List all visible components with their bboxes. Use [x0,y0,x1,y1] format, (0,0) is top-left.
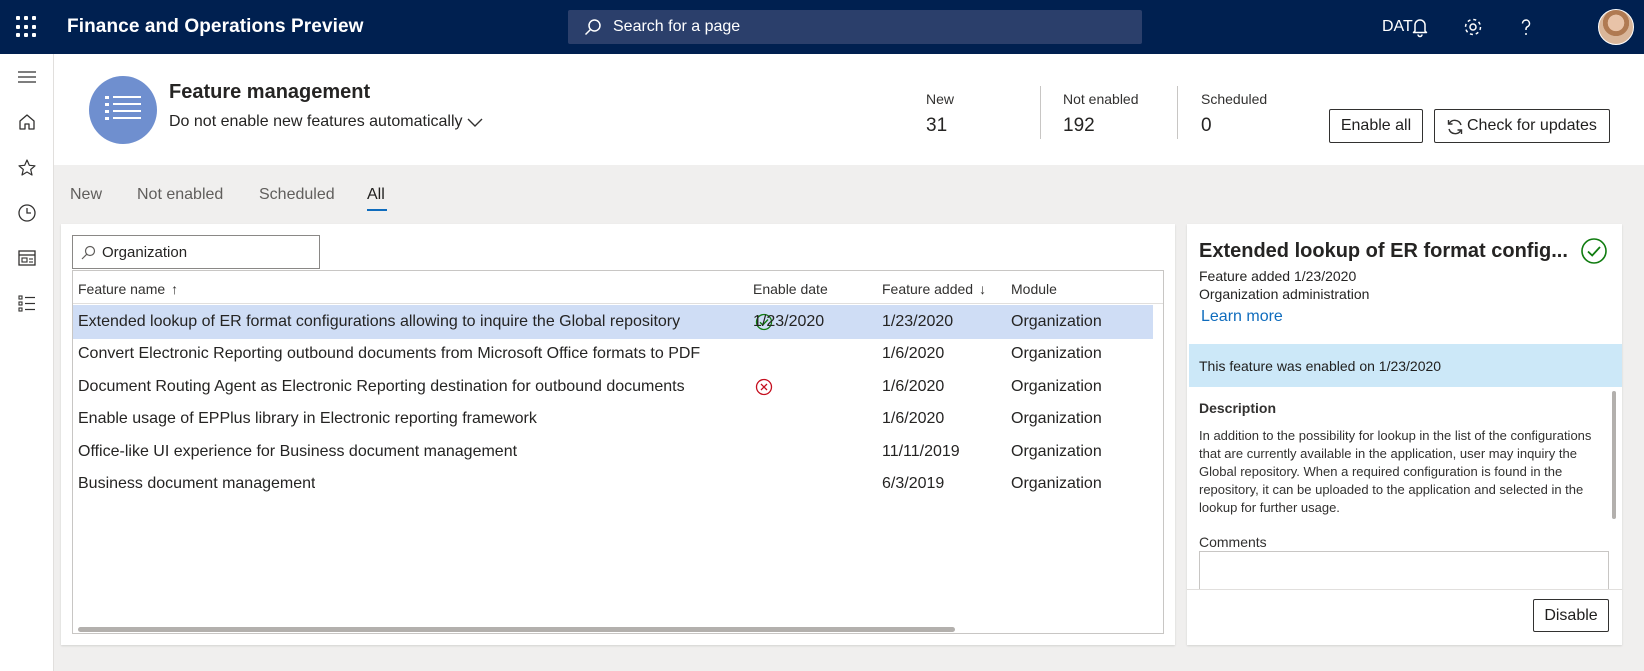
stat-new-label: New [926,91,955,107]
module-cell: Organization [1011,313,1102,330]
auto-enable-dropdown[interactable]: Do not enable new features automatically [169,113,483,131]
workspaces-icon[interactable] [17,248,37,268]
chevron-down-icon [467,118,483,127]
stat-not-enabled-label: Not enabled [1063,91,1139,107]
vertical-scrollbar[interactable] [1612,391,1616,519]
horizontal-scrollbar[interactable] [78,627,955,632]
feature-added-cell: 6/3/2019 [882,475,945,492]
check-for-updates-button[interactable]: Check for updates [1434,109,1610,143]
app-title[interactable]: Finance and Operations Preview [67,16,364,38]
comments-input[interactable] [1199,551,1609,589]
table-row[interactable]: Convert Electronic Reporting outbound do… [73,337,1153,371]
search-placeholder: Search for a page [613,18,741,35]
detail-feature-added: Feature added 1/23/2020 [1199,268,1357,284]
tab-scheduled[interactable]: Scheduled [259,186,335,204]
table-row[interactable]: Enable usage of EPPlus library in Electr… [73,402,1153,436]
stat-scheduled: Scheduled 0 [1201,91,1267,137]
left-navigation [0,54,54,671]
top-bar: Finance and Operations Preview Search fo… [0,0,1644,54]
feature-name-cell: Business document management [78,475,316,492]
favorites-star-icon[interactable] [17,158,37,178]
feature-name-cell: Extended lookup of ER format configurati… [78,313,681,330]
detail-title: Extended lookup of ER format config... [1199,240,1568,262]
enabled-check-icon [1581,238,1607,264]
stat-not-enabled: Not enabled 192 [1063,91,1139,137]
stat-not-enabled-value: 192 [1063,115,1095,136]
stat-divider [1040,86,1041,139]
home-icon[interactable] [17,112,37,132]
feature-list-icon [89,76,157,144]
feature-added-cell: 11/11/2019 [882,443,960,460]
description-text: In addition to the possibility for looku… [1199,428,1592,515]
user-avatar[interactable] [1598,9,1634,45]
stat-scheduled-label: Scheduled [1201,91,1268,107]
learn-more-link[interactable]: Learn more [1201,308,1283,326]
blocked-x-icon [755,378,773,396]
search-icon [584,19,601,36]
column-header-feature-name[interactable]: Feature name ↑ [78,281,178,297]
enabled-status-text: This feature was enabled on 1/23/2020 [1199,358,1442,374]
table-row[interactable]: Document Routing Agent as Electronic Rep… [73,370,1153,404]
detail-module: Organization administration [1199,286,1370,302]
page-search-input[interactable]: Search for a page [568,10,1142,44]
module-cell: Organization [1011,410,1102,427]
filter-value: Organization [102,244,188,261]
app-launcher-icon[interactable] [16,16,38,38]
stat-new-value: 31 [926,115,948,136]
tab-all[interactable]: All [367,186,385,204]
feature-name-cell: Document Routing Agent as Electronic Rep… [78,378,685,395]
table-row[interactable]: Office-like UI experience for Business d… [73,435,1153,469]
enable-all-button[interactable]: Enable all [1329,109,1423,143]
hamburger-menu-icon[interactable] [17,67,37,87]
search-icon [81,245,96,260]
help-icon[interactable] [1514,15,1538,39]
auto-enable-value: Do not enable new features automatically [169,113,463,130]
column-header-feature-added[interactable]: Feature added ↓ [882,281,986,297]
refresh-icon [1447,119,1463,135]
sort-ascending-icon: ↑ [171,281,179,297]
table-row[interactable]: Extended lookup of ER format configurati… [73,305,1153,339]
feature-management-header: Feature management Do not enable new fea… [54,54,1644,165]
column-header-enable-date[interactable]: Enable date [753,281,828,297]
features-grid-panel: Organization Feature name ↑ Enable date F… [61,224,1175,645]
features-grid: Feature name ↑ Enable date Feature added ↓… [72,270,1164,634]
modules-list-icon[interactable] [17,293,37,313]
table-row[interactable]: Business document management 6/3/2019 Or… [73,467,1153,501]
recent-clock-icon[interactable] [17,203,37,223]
feature-name-cell: Convert Electronic Reporting outbound do… [78,345,701,362]
check-for-updates-label: Check for updates [1467,117,1597,134]
feature-added-cell: 1/23/2020 [882,313,954,330]
gear-icon[interactable] [1461,15,1485,39]
module-cell: Organization [1011,378,1102,395]
module-cell: Organization [1011,475,1102,492]
enable-date-cell: 1/23/2020 [753,313,825,330]
enabled-status-banner: This feature was enabled on 1/23/2020 [1189,344,1622,387]
active-tab-indicator [367,209,387,211]
feature-name-cell: Office-like UI experience for Business d… [78,443,518,460]
footer-divider [1187,589,1622,590]
module-cell: Organization [1011,345,1102,362]
disable-button[interactable]: Disable [1533,599,1609,632]
stat-divider [1177,86,1178,139]
grid-header: Feature name ↑ Enable date Feature added ↓… [73,271,1163,304]
stat-scheduled-value: 0 [1201,115,1212,136]
filter-input[interactable]: Organization [72,235,320,269]
feature-added-cell: 1/6/2020 [882,410,945,427]
feature-added-cell: 1/6/2020 [882,345,945,362]
description-label: Description [1199,400,1277,416]
comments-label: Comments [1199,534,1267,550]
feature-name-cell: Enable usage of EPPlus library in Electr… [78,410,537,427]
module-cell: Organization [1011,443,1102,460]
feature-added-cell: 1/6/2020 [882,378,945,395]
stat-new: New 31 [926,91,954,137]
tab-not-enabled[interactable]: Not enabled [137,186,223,204]
feature-details-panel: Extended lookup of ER format config... F… [1187,224,1622,645]
page-title: Feature management [169,81,371,103]
column-header-module[interactable]: Module [1011,281,1057,297]
tab-new[interactable]: New [70,186,102,204]
bell-icon[interactable] [1408,15,1432,39]
sort-descending-icon: ↓ [979,281,987,297]
